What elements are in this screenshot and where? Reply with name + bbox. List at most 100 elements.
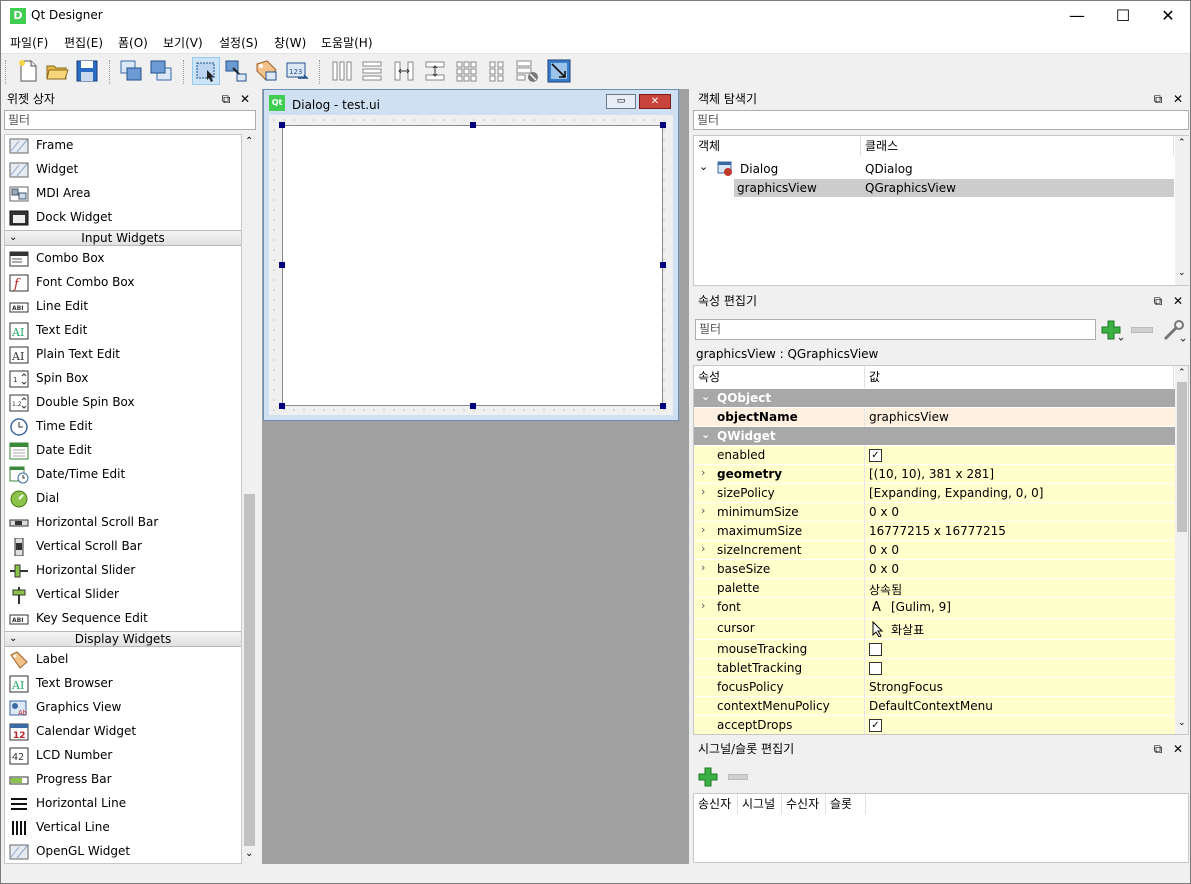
property-value[interactable]: 0 x 0 — [869, 543, 899, 557]
property-row[interactable]: palette 상속됨 — [694, 579, 1175, 598]
column-header-receiver[interactable]: 수신자 — [782, 794, 826, 814]
property-row[interactable]: › minimumSize 0 x 0 — [694, 503, 1175, 522]
float-icon[interactable]: ⧉ — [219, 92, 233, 106]
send-to-back-icon[interactable] — [118, 58, 144, 84]
form-minimize-button[interactable]: ▭ — [606, 94, 636, 109]
property-value[interactable]: [Gulim, 9] — [891, 600, 951, 614]
column-header-class[interactable]: 클래스 — [861, 136, 1174, 156]
scroll-down-icon[interactable]: ⌄ — [1178, 718, 1186, 728]
resize-handle[interactable] — [279, 122, 285, 128]
property-group-qobject[interactable]: ⌄ QObject — [694, 389, 1175, 408]
list-item[interactable]: Horizontal Line — [5, 792, 241, 816]
list-item[interactable]: MDI Area — [5, 182, 241, 206]
resize-handle[interactable] — [470, 122, 476, 128]
enabled-checkbox[interactable]: ✓ — [869, 449, 882, 462]
edit-signals-slots-icon[interactable] — [223, 58, 249, 84]
list-item[interactable]: AI Text Browser — [5, 672, 241, 696]
list-item[interactable]: Date/Time Edit — [5, 463, 241, 487]
layout-horizontal-icon[interactable] — [329, 58, 355, 84]
property-value[interactable]: [(10, 10), 381 x 281] — [869, 467, 994, 481]
break-layout-icon[interactable] — [514, 58, 540, 84]
category-display-widgets[interactable]: ⌄ Display Widgets — [5, 631, 241, 647]
resize-handle[interactable] — [470, 403, 476, 409]
list-item[interactable]: Combo Box — [5, 247, 241, 271]
column-header-object[interactable]: 객체 — [694, 136, 861, 156]
menu-settings[interactable]: 설정(S) — [219, 34, 258, 51]
list-item[interactable]: Ab Graphics View — [5, 696, 241, 720]
property-value[interactable]: graphicsView — [869, 410, 949, 424]
widget-box-filter[interactable]: 필터 — [4, 110, 256, 130]
property-value[interactable]: 상속됨 — [869, 581, 902, 598]
list-item[interactable]: Vertical Scroll Bar — [5, 535, 241, 559]
menu-file[interactable]: 파일(F) — [10, 34, 48, 51]
list-item[interactable]: Date Edit — [5, 439, 241, 463]
property-table-scrollbar[interactable]: ⌃ ⌄ — [1175, 366, 1188, 734]
layout-form-icon[interactable] — [484, 58, 510, 84]
list-item[interactable]: Frame — [5, 135, 241, 158]
list-item[interactable]: Label — [5, 648, 241, 672]
list-item[interactable]: 1.2 Double Spin Box — [5, 391, 241, 415]
property-row[interactable]: mouseTracking — [694, 640, 1175, 659]
list-item[interactable]: Dock Widget — [5, 206, 241, 230]
chevron-right-icon[interactable]: › — [701, 542, 705, 555]
edit-buddies-icon[interactable] — [253, 58, 279, 84]
float-icon[interactable]: ⧉ — [1151, 92, 1165, 106]
new-form-icon[interactable] — [15, 58, 41, 84]
property-value[interactable]: 16777215 x 16777215 — [869, 524, 1006, 538]
column-header-property[interactable]: 속성 — [694, 366, 865, 388]
close-icon[interactable]: ✕ — [1171, 92, 1185, 106]
property-value[interactable]: 화살표 — [891, 621, 924, 638]
table-row[interactable]: ⌄ Dialog QDialog — [694, 160, 1174, 178]
chevron-right-icon[interactable]: › — [701, 485, 705, 498]
layout-h-splitter-icon[interactable] — [391, 58, 417, 84]
list-item[interactable]: 12 Calendar Widget — [5, 720, 241, 744]
menu-window[interactable]: 창(W) — [274, 34, 306, 51]
graphics-view-widget[interactable] — [279, 122, 666, 409]
form-close-button[interactable]: ✕ — [639, 94, 671, 109]
property-row[interactable]: › maximumSize 16777215 x 16777215 — [694, 522, 1175, 541]
chevron-right-icon[interactable]: › — [701, 599, 705, 612]
menu-view[interactable]: 보기(V) — [163, 34, 203, 51]
resize-handle[interactable] — [279, 262, 285, 268]
chevron-down-icon[interactable]: ⌄ — [701, 428, 710, 441]
chevron-right-icon[interactable]: › — [701, 504, 705, 517]
resize-handle[interactable] — [279, 403, 285, 409]
column-header-value[interactable]: 값 — [865, 366, 1174, 388]
chevron-right-icon[interactable]: › — [701, 466, 705, 479]
save-form-icon[interactable] — [74, 58, 100, 84]
list-item[interactable]: OpenGL Widget — [5, 840, 241, 863]
list-item[interactable]: ABI Line Edit — [5, 295, 241, 319]
list-item[interactable]: Widget — [5, 158, 241, 182]
float-icon[interactable]: ⧉ — [1151, 742, 1165, 756]
property-row[interactable]: › baseSize 0 x 0 — [694, 560, 1175, 579]
list-item[interactable]: Horizontal Slider — [5, 559, 241, 583]
property-value[interactable]: [Expanding, Expanding, 0, 0] — [869, 486, 1043, 500]
object-tree-scrollbar[interactable]: ⌃ ⌄ — [1175, 136, 1189, 285]
column-header-signal[interactable]: 시그널 — [738, 794, 782, 814]
list-item[interactable]: Time Edit — [5, 415, 241, 439]
widget-box-scrollbar[interactable]: ⌃ ⌄ — [242, 134, 257, 864]
scrollbar-thumb[interactable] — [244, 494, 255, 846]
chevron-down-icon[interactable]: ⌄ — [701, 390, 710, 403]
property-row[interactable]: cursor 화살표 — [694, 619, 1175, 640]
close-icon[interactable]: ✕ — [1171, 742, 1185, 756]
edit-tab-order-icon[interactable]: 123 — [284, 58, 310, 84]
list-item[interactable]: ABI Key Sequence Edit — [5, 607, 241, 631]
category-input-widgets[interactable]: ⌄ Input Widgets — [5, 230, 241, 246]
menu-edit[interactable]: 편집(E) — [64, 34, 103, 51]
list-item[interactable]: Progress Bar — [5, 768, 241, 792]
table-row[interactable]: graphicsView QGraphicsView — [734, 179, 1174, 197]
list-item[interactable]: Vertical Line — [5, 816, 241, 840]
form-window[interactable]: Qt Dialog - test.ui ▭ ✕ — [263, 89, 679, 421]
layout-grid-icon[interactable] — [453, 58, 479, 84]
property-row[interactable]: contextMenuPolicy DefaultContextMenu — [694, 697, 1175, 716]
property-row[interactable]: tabletTracking — [694, 659, 1175, 678]
menu-help[interactable]: 도움말(H) — [321, 34, 373, 51]
float-icon[interactable]: ⧉ — [1151, 294, 1165, 308]
property-row[interactable]: › sizePolicy [Expanding, Expanding, 0, 0] — [694, 484, 1175, 503]
remove-property-icon[interactable] — [1131, 327, 1153, 333]
scroll-down-icon[interactable]: ⌄ — [245, 848, 253, 859]
adjust-size-icon[interactable] — [546, 58, 572, 84]
edit-widgets-icon[interactable] — [192, 57, 220, 85]
acceptdrops-checkbox[interactable]: ✓ — [869, 719, 882, 732]
